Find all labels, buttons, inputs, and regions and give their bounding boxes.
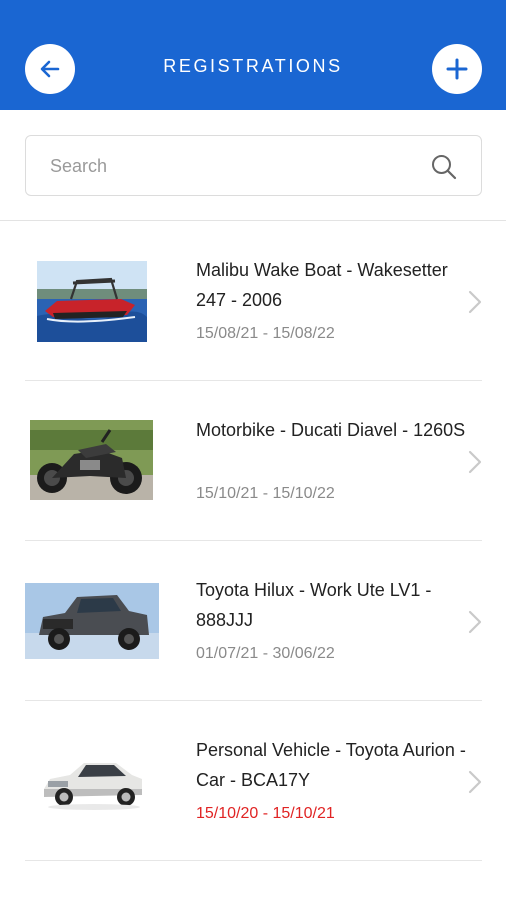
registration-title: Personal Vehicle - Toyota Aurion - Car -… bbox=[196, 740, 466, 790]
registration-dates-expired: 15/10/20 - 15/10/21 bbox=[196, 805, 335, 822]
add-registration-button[interactable] bbox=[432, 44, 482, 94]
registration-title: Malibu Wake Boat - Wakesetter 247 - 2006 bbox=[196, 260, 448, 310]
ute-photo bbox=[25, 583, 159, 659]
registration-item[interactable]: Malibu Wake Boat - Wakesetter 247 - 2006… bbox=[0, 221, 506, 381]
app-header: REGISTRATIONS bbox=[0, 0, 506, 110]
registration-dates: 15/08/21 - 15/08/22 bbox=[196, 325, 335, 342]
chevron-right-icon bbox=[468, 450, 482, 474]
registration-item[interactable]: Personal Vehicle - Toyota Aurion - Car -… bbox=[0, 701, 506, 861]
registration-item[interactable]: Toyota Hilux - Work Ute LV1 - 888JJJ 01/… bbox=[0, 541, 506, 701]
sedan-photo bbox=[40, 749, 146, 813]
plus-icon bbox=[446, 58, 468, 80]
registration-item[interactable]: Motorbike - Ducati Diavel - 1260S 15/10/… bbox=[0, 381, 506, 541]
search-icon[interactable] bbox=[430, 153, 458, 181]
registrations-list: Malibu Wake Boat - Wakesetter 247 - 2006… bbox=[0, 221, 506, 861]
list-divider bbox=[25, 860, 482, 861]
registration-title: Motorbike - Ducati Diavel - 1260S bbox=[196, 420, 466, 440]
wake-boat-photo bbox=[37, 261, 147, 342]
search-box bbox=[25, 135, 482, 196]
chevron-right-icon bbox=[468, 290, 482, 314]
page-title: REGISTRATIONS bbox=[163, 56, 343, 76]
search-input[interactable] bbox=[50, 150, 410, 182]
registration-dates: 15/10/21 - 15/10/22 bbox=[196, 485, 335, 502]
motorbike-photo bbox=[30, 420, 153, 500]
registration-dates: 01/07/21 - 30/06/22 bbox=[196, 645, 335, 662]
chevron-right-icon bbox=[468, 770, 482, 794]
chevron-right-icon bbox=[468, 610, 482, 634]
registration-title: Toyota Hilux - Work Ute LV1 - 888JJJ bbox=[196, 580, 432, 630]
